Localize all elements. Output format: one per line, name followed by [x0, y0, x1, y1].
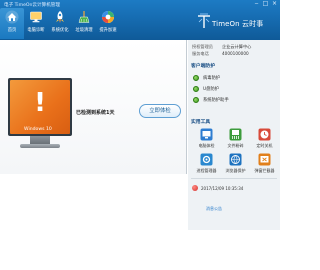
minimize-button[interactable]: ‒	[253, 1, 260, 7]
info-value: 4000100000	[222, 51, 249, 56]
protect-list: 病毒防护 U盘防护 系统防护助手	[193, 72, 277, 105]
tool-process[interactable]: 进程管理器	[192, 153, 221, 175]
info-row-phone: 服务电话 4000100000	[192, 51, 278, 58]
nav-label-home: 首页	[7, 28, 17, 33]
check-now-button[interactable]: 立即体检	[139, 104, 181, 118]
tool-shredder[interactable]: 文件粉碎	[221, 128, 250, 150]
protect-item-system[interactable]: 系统防护助手	[193, 94, 277, 105]
nav-item-cleanup[interactable]: 垃圾清理	[72, 8, 96, 39]
main-status-panel: ! Windows 10 已检测到系统1天 立即体检	[0, 40, 187, 174]
maximize-button[interactable]: □	[262, 1, 269, 7]
nav-item-speedup[interactable]: 提升加速	[96, 8, 120, 39]
monitor-stand	[30, 136, 50, 144]
shredder-icon	[229, 128, 242, 141]
monitor-base	[20, 144, 60, 148]
process-icon	[200, 153, 213, 166]
news-date: 2017/12/09 10:35:34	[201, 185, 244, 191]
brand-logo: TimeOn 云时事	[197, 10, 277, 34]
right-sidebar: 授权管理员 企业云计算中心 服务电话 4000100000 客户端防护 病毒防护…	[188, 40, 280, 230]
tool-label: 电脑体检	[198, 143, 215, 148]
nav-label-optimize: 系统优化	[51, 28, 69, 33]
tool-label: 进程管理器	[196, 168, 217, 173]
divider	[191, 178, 277, 179]
monitor-icon	[30, 11, 42, 23]
warning-icon: !	[34, 88, 46, 118]
nav-item-diagnose[interactable]: 电脑诊断	[24, 8, 48, 39]
monitor-illustration: ! Windows 10	[8, 78, 72, 152]
main-nav: 首页 电脑诊断 系统优化 垃圾清理 提升加速	[0, 8, 120, 39]
info-key: 服务电话	[192, 51, 209, 56]
nav-label-speedup: 提升加速	[99, 28, 117, 33]
tools-grid: 电脑体检 文件粉碎 定时关机 进程管理器 浏览器保护 弹窗拦截器	[192, 128, 278, 175]
speed-icon	[102, 11, 114, 23]
protect-section-title: 客户端防护	[191, 64, 215, 69]
news-row: 2017/12/09 10:35:34	[192, 184, 278, 192]
news-icon	[192, 185, 198, 191]
tools-section-title: 实用工具	[191, 120, 211, 125]
broom-icon	[78, 11, 90, 23]
tool-label: 浏览器保护	[225, 168, 246, 173]
tool-label: 定时关机	[256, 143, 273, 148]
timeon-logo-icon	[198, 13, 210, 28]
status-ok-icon	[193, 96, 199, 103]
browser-icon	[229, 153, 242, 166]
info-key: 授权管理员	[192, 44, 213, 49]
protect-label: 系统防护助手	[203, 97, 229, 103]
brand-name: TimeOn 云时事	[212, 20, 264, 28]
protect-label: U盘防护	[203, 86, 220, 92]
window-controls: ‒ □ ×	[253, 1, 278, 7]
home-icon	[5, 10, 19, 24]
protect-item-virus[interactable]: 病毒防护	[193, 72, 277, 83]
status-ok-icon	[193, 74, 199, 81]
tool-label: 弹窗拦截器	[254, 168, 275, 173]
timer-icon	[258, 128, 271, 141]
status-ok-icon	[193, 85, 199, 92]
rocket-icon	[56, 11, 64, 23]
tool-popup-block[interactable]: 弹窗拦截器	[250, 153, 278, 175]
popup-block-icon	[258, 153, 271, 166]
tool-browser[interactable]: 浏览器保护	[221, 153, 250, 175]
protect-item-usb[interactable]: U盘防护	[193, 83, 277, 94]
checkup-icon	[200, 128, 213, 141]
tool-checkup[interactable]: 电脑体检	[192, 128, 221, 150]
account-info: 授权管理员 企业云计算中心 服务电话 4000100000	[192, 44, 278, 58]
tool-timer[interactable]: 定时关机	[250, 128, 278, 150]
info-row-admin: 授权管理员 企业云计算中心	[192, 44, 278, 51]
monitor-screen: ! Windows 10	[8, 78, 72, 136]
nav-item-home[interactable]: 首页	[0, 8, 24, 39]
tool-label: 文件粉碎	[227, 143, 244, 148]
protect-label: 病毒防护	[203, 75, 221, 81]
status-message: 已检测到系统1天	[76, 110, 115, 116]
close-button[interactable]: ×	[271, 1, 278, 7]
monitor-os-label: Windows 10	[24, 127, 52, 132]
nav-label-cleanup: 垃圾清理	[75, 28, 93, 33]
app-header: 电子 TimeOn云计算机管理 ‒ □ × 首页 电脑诊断 系统优化 垃圾清理 …	[0, 0, 280, 40]
news-link[interactable]: 消息公告	[206, 206, 222, 212]
info-value: 企业云计算中心	[222, 44, 252, 49]
nav-item-optimize[interactable]: 系统优化	[48, 8, 72, 39]
nav-label-diagnose: 电脑诊断	[27, 28, 45, 33]
news-panel: 2017/12/09 10:35:34 消息公告	[192, 184, 278, 211]
